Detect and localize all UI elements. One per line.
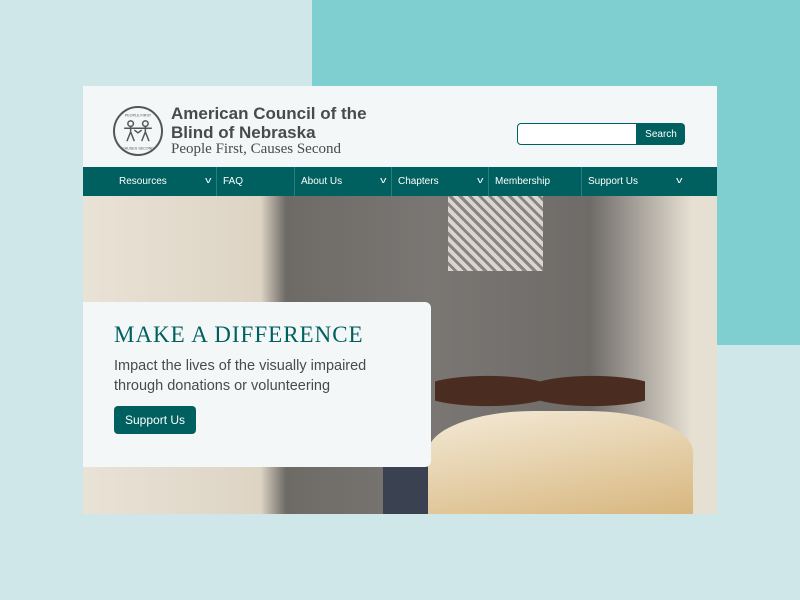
search-form: Search	[517, 123, 685, 145]
hero-photo-shirt	[448, 196, 543, 271]
nav-label: FAQ	[223, 176, 244, 187]
svg-text:PEOPLE FIRST: PEOPLE FIRST	[125, 113, 152, 117]
nav-support-us[interactable]: Support Us v	[581, 167, 687, 196]
nav-chapters[interactable]: Chapters v	[391, 167, 488, 196]
site-title[interactable]: American Council of the Blind of Nebrask…	[171, 104, 401, 142]
logo-icon[interactable]: PEOPLE FIRST CAUSES SECOND	[113, 106, 163, 156]
nav-resources[interactable]: Resources v	[83, 167, 216, 196]
hero-image: MAKE A DIFFERENCE Impact the lives of th…	[83, 196, 717, 514]
main-nav: Resources v FAQ About Us v Chapters v Membe…	[83, 167, 717, 196]
nav-about-us[interactable]: About Us v	[294, 167, 391, 196]
chevron-down-icon: v	[675, 175, 682, 185]
hero-text: Impact the lives of the visually impaire…	[114, 358, 367, 394]
hero-heading: MAKE A DIFFERENCE	[114, 322, 364, 347]
website: PEOPLE FIRST CAUSES SECOND American Counc…	[83, 86, 717, 514]
nav-label: Resources	[119, 176, 167, 187]
nav-label: Chapters	[398, 176, 439, 187]
nav-label: Membership	[495, 176, 551, 187]
svg-text:CAUSES SECOND: CAUSES SECOND	[122, 146, 154, 150]
site-tagline: People First, Causes Second	[171, 141, 341, 157]
nav-label: About Us	[301, 176, 343, 187]
search-button[interactable]: Search	[637, 123, 685, 145]
nav-membership[interactable]: Membership	[488, 167, 581, 196]
hero-photo-braille-book	[428, 411, 693, 514]
support-us-button[interactable]: Support Us	[114, 406, 197, 434]
chevron-down-icon: v	[476, 175, 483, 185]
hero-photo-hands	[435, 356, 645, 426]
hero-card: MAKE A DIFFERENCE Impact the lives of th…	[83, 302, 431, 467]
nav-faq[interactable]: FAQ	[216, 167, 294, 196]
search-input[interactable]	[517, 123, 637, 145]
site-header: PEOPLE FIRST CAUSES SECOND American Counc…	[83, 86, 717, 167]
nav-label: Support Us	[588, 176, 639, 187]
chevron-down-icon: v	[379, 175, 386, 185]
chevron-down-icon: v	[204, 175, 211, 185]
